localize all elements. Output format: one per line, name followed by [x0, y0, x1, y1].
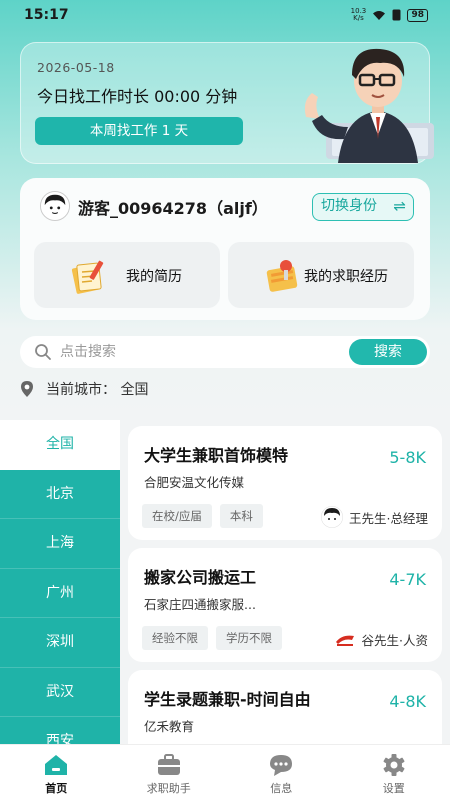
search-input[interactable]: [60, 336, 340, 368]
job-title: 大学生兼职首饰模特: [144, 446, 289, 465]
job-title: 搬家公司搬运工: [144, 568, 257, 587]
contact-avatar: [321, 506, 344, 528]
contact-name: 王先生·总经理: [349, 510, 428, 526]
nav-job-assistant[interactable]: 求职助手: [113, 745, 226, 800]
nav-messages[interactable]: 信息: [225, 745, 338, 800]
city-item-shanghai[interactable]: 上海: [0, 519, 120, 569]
search-bar: 搜索: [20, 336, 430, 368]
city-item-xian[interactable]: 西安: [0, 717, 120, 744]
search-button[interactable]: 搜索: [349, 339, 427, 365]
my-job-history-tile[interactable]: 我的求职经历: [228, 242, 414, 308]
job-card[interactable]: 大学生兼职首饰模特 5-8K 合肥安温文化传媒 在校/应届 本科 王先生·总经理: [128, 426, 442, 540]
city-item-beijing[interactable]: 北京: [0, 470, 120, 519]
chat-icon: [270, 755, 293, 776]
guest-avatar: [40, 191, 70, 221]
job-tags: 经验不限 学历不限: [142, 626, 282, 650]
job-salary: 5-8K: [389, 448, 426, 467]
user-name: 游客_00964278（aljf）: [78, 199, 268, 218]
location-pin-icon: [21, 381, 33, 397]
gear-icon: [383, 754, 405, 776]
nav-messages-label: 信息: [270, 782, 293, 795]
job-company: 石家庄四通搬家服...: [144, 597, 256, 612]
nav-settings[interactable]: 设置: [338, 745, 450, 800]
nav-settings-label: 设置: [382, 782, 405, 795]
user-card: 游客_00964278（aljf） 切换身份 ⇌ 我的简历 我的求职经历: [20, 178, 430, 320]
job-tag: 在校/应届: [142, 504, 212, 528]
swap-arrows-icon: ⇌: [393, 197, 406, 215]
summary-date: 2026-05-18: [37, 60, 115, 75]
job-title: 学生录题兼职-时间自由: [144, 690, 311, 709]
city-item-shenzhen[interactable]: 深圳: [0, 618, 120, 668]
status-icons: 10.3 K/s 98: [350, 8, 428, 22]
nav-home-label: 首页: [45, 782, 68, 795]
job-tag: 学历不限: [216, 626, 282, 650]
my-job-history-label: 我的求职经历: [304, 269, 388, 285]
switch-identity-button[interactable]: 切换身份 ⇌: [312, 193, 414, 221]
battery-icon: 98: [407, 8, 428, 22]
my-resume-tile[interactable]: 我的简历: [34, 242, 220, 308]
businessman-mascot-illustration: [304, 48, 434, 163]
job-contact: 谷先生·人资: [333, 628, 428, 650]
job-search-summary-card: 2026-05-18 今日找工作时长 00:00 分钟 本周找工作 1 天: [20, 42, 434, 164]
job-card[interactable]: 学生录题兼职-时间自由 4-8K 亿禾教育: [128, 670, 442, 744]
briefcase-icon: [157, 754, 180, 775]
contact-name: 谷先生·人资: [361, 632, 428, 648]
wifi-icon: [373, 10, 386, 20]
job-company: 亿禾教育: [144, 719, 195, 734]
my-resume-label: 我的简历: [126, 269, 182, 285]
today-duration: 今日找工作时长 00:00 分钟: [37, 87, 238, 106]
week-days-badge: 本周找工作 1 天: [35, 117, 243, 145]
job-contact: 王先生·总经理: [321, 506, 428, 528]
sim-icon: [392, 9, 401, 21]
city-list: 全国 北京 上海 广州 深圳 武汉 西安: [0, 420, 120, 744]
job-history-icon: [266, 260, 298, 292]
job-list: 大学生兼职首饰模特 5-8K 合肥安温文化传媒 在校/应届 本科 王先生·总经理…: [120, 420, 450, 744]
status-bar: 15:17 10.3 K/s 98: [0, 0, 450, 30]
search-icon: [35, 344, 51, 360]
job-salary: 4-7K: [389, 570, 426, 589]
home-icon: [45, 755, 68, 775]
job-tag: 本科: [219, 504, 263, 528]
job-salary: 4-8K: [389, 692, 426, 711]
current-city-label: 当前城市： 全国: [46, 382, 149, 398]
bottom-nav: 首页 求职助手 信息 设置: [0, 744, 450, 800]
job-company: 合肥安温文化传媒: [144, 475, 245, 490]
job-card[interactable]: 搬家公司搬运工 4-7K 石家庄四通搬家服... 经验不限 学历不限 谷先生·人…: [128, 548, 442, 662]
resume-icon: [71, 260, 104, 294]
city-item-all[interactable]: 全国: [0, 420, 120, 470]
network-speed: 10.3 K/s: [350, 7, 367, 22]
moving-company-logo: [333, 628, 356, 650]
city-item-wuhan[interactable]: 武汉: [0, 668, 120, 717]
nav-job-assistant-label: 求职助手: [146, 782, 191, 795]
status-time: 15:17: [24, 7, 69, 23]
city-item-guangzhou[interactable]: 广州: [0, 569, 120, 618]
switch-identity-label: 切换身份: [321, 198, 377, 214]
current-city-row[interactable]: 当前城市： 全国: [20, 379, 148, 399]
job-tag: 经验不限: [142, 626, 208, 650]
job-tags: 在校/应届 本科: [142, 504, 263, 528]
nav-home[interactable]: 首页: [0, 745, 113, 800]
